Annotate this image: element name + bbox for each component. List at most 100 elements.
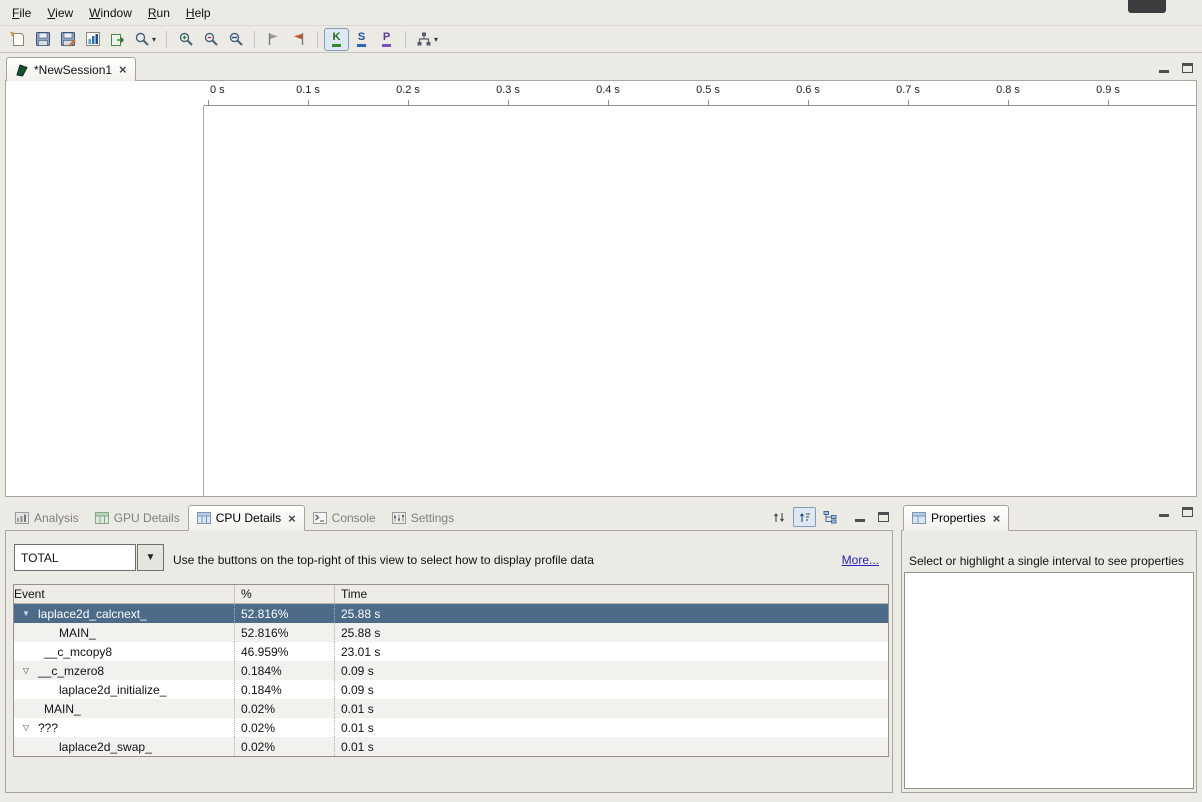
timeline-ruler[interactable]: 0 s 0.1 s 0.2 s 0.3 s 0.4 s 0.5 s 0.6 s … [204,81,1196,106]
percent-value: 0.02% [235,737,335,756]
new-session-button[interactable] [5,28,30,51]
combo-value[interactable]: TOTAL [14,544,136,571]
ruler-tickmark [1108,100,1109,105]
tab-analysis[interactable]: Analysis [7,505,87,531]
table-row[interactable]: laplace2d_swap_ 0.02% 0.01 s [14,737,888,756]
minimize-icon[interactable] [1159,64,1169,73]
tab-console[interactable]: Console [305,505,384,531]
ruler-tick-label: 0.3 s [496,84,520,96]
table-row[interactable]: ▽??? 0.02% 0.01 s [14,718,888,737]
timeline-canvas[interactable] [205,106,1196,496]
menu-help[interactable]: Help [178,3,219,23]
ruler-tickmark [208,100,209,105]
properties-window-controls [1159,507,1193,517]
ruler-tick-label: 0.4 s [596,84,620,96]
toolbar-separator [405,31,406,48]
menu-file[interactable]: File [4,3,39,23]
percent-value: 0.02% [235,699,335,718]
new-session-icon [9,31,26,47]
zoom-in-button[interactable] [173,28,198,51]
ruler-tick-label: 0 s [210,84,225,96]
analysis-button[interactable]: ▾ [412,28,442,51]
cpu-details-hint: Use the buttons on the top-right of this… [173,553,594,567]
analysis-fork-icon [416,31,432,47]
more-link[interactable]: More... [842,553,879,567]
expander-icon[interactable]: ▽ [20,666,32,675]
minimize-icon[interactable] [1159,508,1169,517]
menu-run[interactable]: Run [140,3,178,23]
screen-corner-artifact [1128,0,1166,13]
table-row[interactable]: ▼laplace2d_calcnext_ 52.816% 25.88 s [14,604,888,623]
session-tab[interactable]: *NewSession1 × [6,57,136,81]
ruler-tick-label: 0.1 s [296,84,320,96]
table-row[interactable]: MAIN_ 0.02% 0.01 s [14,699,888,718]
column-header-time[interactable]: Time [335,585,888,603]
save-button[interactable] [30,28,55,51]
properties-tab-close-icon[interactable]: × [993,512,1001,525]
percent-value: 52.816% [235,623,335,642]
time-value: 23.01 s [335,642,888,661]
ruler-tickmark [1008,100,1009,105]
event-name: laplace2d_swap_ [59,740,152,754]
maximize-icon[interactable] [1182,507,1193,517]
ruler-tickmark [808,100,809,105]
time-value: 0.01 s [335,718,888,737]
minimize-icon[interactable] [855,513,865,522]
details-panel: Analysis GPU Details CPU Details × Conso… [5,503,893,793]
event-name: laplace2d_initialize_ [59,683,166,697]
time-value: 0.09 s [335,680,888,699]
details-panel-toolbar [767,507,889,527]
cpu-details-tab-close-icon[interactable]: × [288,512,296,525]
tab-cpu-details[interactable]: CPU Details × [188,505,305,531]
properties-hint: Select or highlight a single interval to… [909,554,1184,568]
event-table: Event % Time ▼laplace2d_calcnext_ 52.816… [13,584,889,757]
editor-tab-bar: *NewSession1 × [5,57,1197,80]
export-button[interactable] [105,28,130,51]
tab-settings[interactable]: Settings [384,505,462,531]
zoom-fit-button[interactable] [223,28,248,51]
event-name: __c_mcopy8 [44,645,112,659]
stream-timeline-toggle[interactable]: S [349,28,374,51]
column-header-percent[interactable]: % [235,585,335,603]
kernel-timeline-toggle[interactable]: K [324,28,349,51]
table-header: Event % Time [14,585,888,604]
expander-icon[interactable]: ▽ [20,723,32,732]
table-row[interactable]: ▽__c_mzero8 0.184% 0.09 s [14,661,888,680]
column-header-event[interactable]: Event [14,585,235,603]
chart-button[interactable] [80,28,105,51]
ruler-tickmark [908,100,909,105]
session-tab-label: *NewSession1 [34,63,112,77]
ruler-tickmark [708,100,709,105]
display-mode-combo[interactable]: TOTAL ▼ [14,544,164,571]
combo-dropdown-button[interactable]: ▼ [137,544,164,571]
dropdown-arrow-icon: ▾ [152,35,156,44]
table-row[interactable]: laplace2d_initialize_ 0.184% 0.09 s [14,680,888,699]
tree-view-button[interactable] [819,507,842,527]
maximize-icon[interactable] [878,512,889,522]
ruler-tickmark [608,100,609,105]
menu-view[interactable]: View [39,3,81,23]
percent-value: 52.816% [235,604,335,623]
tab-gpu-details[interactable]: GPU Details [87,505,188,531]
session-tab-close-icon[interactable]: × [119,63,127,76]
table-row[interactable]: MAIN_ 52.816% 25.88 s [14,623,888,642]
sort-button[interactable] [767,507,790,527]
percent-value: 46.959% [235,642,335,661]
save-as-button[interactable] [55,28,80,51]
expander-icon[interactable]: ▼ [20,609,32,618]
menu-window[interactable]: Window [81,3,140,23]
toolbar-separator [166,31,167,48]
flat-view-button[interactable] [793,507,816,527]
search-button[interactable]: ▾ [130,28,160,51]
save-icon [35,31,51,47]
next-marker-button[interactable] [261,28,286,51]
tab-properties[interactable]: Properties × [903,505,1009,531]
ruler-tick-label: 0.5 s [696,84,720,96]
maximize-icon[interactable] [1182,63,1193,73]
prev-marker-button[interactable] [286,28,311,51]
table-row[interactable]: __c_mcopy8 46.959% 23.01 s [14,642,888,661]
zoom-out-button[interactable] [198,28,223,51]
zoom-in-icon [178,31,194,47]
details-tab-bar: Analysis GPU Details CPU Details × Conso… [5,503,893,530]
process-timeline-toggle[interactable]: P [374,28,399,51]
